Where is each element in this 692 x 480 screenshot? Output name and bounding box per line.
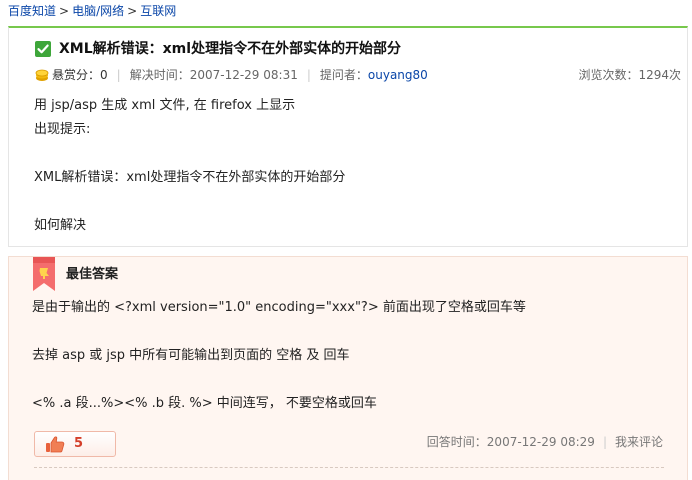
question-title: XML解析错误：xml处理指令不在外部实体的开始部分	[35, 39, 401, 59]
question-body-line: 用 jsp/asp 生成 xml 文件, 在 firefox 上显示	[34, 98, 296, 113]
like-button[interactable]: 5	[34, 431, 116, 457]
answer-body-line: <% .a 段...%><% .b 段. %> 中间连写， 不要空格或回车	[32, 396, 377, 411]
breadcrumb-link-category[interactable]: 电脑/网络	[72, 4, 124, 18]
breadcrumb: 百度知道 > 电脑/网络 > 互联网	[8, 3, 176, 19]
view-count: 浏览次数：1294次	[578, 68, 681, 82]
check-icon	[35, 41, 51, 57]
divider	[34, 467, 664, 468]
question-title-text: XML解析错误：xml处理指令不在外部实体的开始部分	[59, 41, 402, 57]
meta-divider: |	[116, 68, 121, 82]
question-panel: XML解析错误：xml处理指令不在外部实体的开始部分 悬赏分：0 | 解决时间：20…	[8, 26, 688, 247]
comment-link[interactable]: 我来评论	[615, 435, 663, 449]
question-body-line	[34, 190, 674, 214]
question-meta: 悬赏分：0 | 解决时间：2007-12-29 08:31 | 提问者：ouyang80…	[35, 66, 681, 84]
bounty-label: 悬赏分：	[52, 68, 101, 82]
ribbon-icon	[33, 257, 55, 291]
question-body: 用 jsp/asp 生成 xml 文件, 在 firefox 上显示 出现提示:…	[34, 94, 674, 238]
answer-body-line: 是由于输出的 <?xml version="1.0" encoding="xxx…	[32, 300, 526, 315]
question-body-line	[34, 142, 674, 166]
answer-body-line	[32, 320, 672, 344]
answer-body-line: 去掉 asp 或 jsp 中所有可能输出到页面的 空格 及 回车	[32, 348, 350, 363]
like-count: 5	[74, 436, 84, 451]
best-answer-panel: 最佳答案 是由于输出的 <?xml version="1.0" encoding…	[8, 256, 688, 480]
breadcrumb-link-subcategory[interactable]: 互联网	[140, 4, 176, 18]
answer-body: 是由于输出的 <?xml version="1.0" encoding="xxx…	[32, 296, 672, 416]
bounty-value: 0	[100, 68, 108, 82]
meta-divider: |	[602, 435, 607, 449]
breadcrumb-separator: >	[127, 4, 138, 18]
coin-icon	[35, 68, 49, 82]
answer-time: 回答时间：2007-12-29 08:29	[426, 435, 595, 449]
solved-time: 解决时间：2007-12-29 08:31	[129, 68, 298, 82]
best-answer-title: 最佳答案	[66, 267, 119, 282]
breadcrumb-separator: >	[59, 4, 70, 18]
breadcrumb-link-home[interactable]: 百度知道	[8, 4, 56, 18]
thumbs-up-icon	[45, 435, 65, 453]
question-body-line: XML解析错误：xml处理指令不在外部实体的开始部分	[34, 170, 346, 185]
meta-divider: |	[306, 68, 311, 82]
asker-label: 提问者：	[319, 68, 368, 82]
question-body-line: 如何解决	[34, 218, 87, 233]
asker-link[interactable]: ouyang80	[368, 68, 428, 82]
answer-meta: 回答时间：2007-12-29 08:29 | 我来评论	[427, 433, 663, 451]
question-body-line: 出现提示:	[34, 122, 91, 137]
answer-body-line	[32, 368, 672, 392]
